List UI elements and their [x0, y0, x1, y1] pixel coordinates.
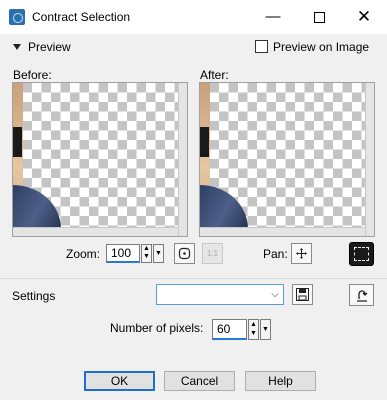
chevron-down-icon: ⌵ — [271, 289, 279, 300]
number-of-pixels-input[interactable]: 60 — [212, 319, 247, 340]
close-icon: ✕ — [356, 7, 372, 26]
after-label: After: — [200, 68, 229, 82]
collapse-arrow-icon — [13, 43, 21, 50]
help-button[interactable]: Help — [245, 371, 316, 391]
actual-size-button[interactable]: 1:1 — [202, 243, 223, 264]
horizontal-scrollbar[interactable] — [13, 227, 187, 236]
zoom-to-fit-button[interactable] — [174, 243, 195, 264]
save-preset-button[interactable] — [292, 284, 313, 305]
reset-icon — [356, 290, 367, 302]
horizontal-scrollbar[interactable] — [200, 227, 374, 236]
pan-label: Pan: — [263, 247, 288, 261]
image-content — [200, 127, 209, 157]
minimize-icon: — — [265, 8, 281, 25]
zoom-input[interactable]: 100 — [106, 244, 140, 263]
pan-button[interactable] — [291, 243, 312, 264]
vertical-scrollbar[interactable] — [178, 83, 187, 236]
before-preview[interactable] — [12, 82, 188, 237]
fit-icon — [178, 247, 191, 259]
zoom-spinner[interactable]: ▲ ▼ — [141, 244, 152, 263]
after-preview[interactable] — [199, 82, 375, 237]
reset-defaults-button[interactable] — [349, 284, 374, 306]
image-content — [200, 185, 248, 229]
number-of-pixels-spinner[interactable]: ▲ ▼ — [248, 319, 259, 340]
number-of-pixels-label: Number of pixels: — [110, 321, 204, 335]
zoom-label: Zoom: — [66, 247, 101, 261]
window-title: Contract Selection — [32, 10, 131, 24]
cancel-button[interactable]: Cancel — [164, 371, 235, 391]
vertical-scrollbar[interactable] — [365, 83, 374, 236]
minimize-button[interactable]: — — [250, 0, 296, 34]
maximize-icon — [313, 11, 325, 23]
preview-toggle[interactable]: Preview — [13, 39, 71, 54]
selection-marquee-icon — [354, 247, 369, 261]
image-content — [13, 185, 61, 229]
preview-label: Preview — [28, 39, 71, 54]
move-icon — [296, 247, 307, 259]
close-button[interactable]: ✕ — [341, 0, 387, 34]
maximize-button[interactable] — [296, 0, 342, 34]
checkbox-box[interactable] — [255, 40, 268, 54]
preview-on-image-checkbox[interactable]: Preview on Image — [255, 39, 369, 54]
proof-preview-button[interactable] — [349, 242, 374, 266]
settings-label: Settings — [12, 289, 56, 303]
before-label: Before: — [13, 68, 52, 82]
zoom-dropdown-button[interactable]: ▼ — [153, 244, 164, 263]
save-icon — [296, 287, 309, 301]
number-of-pixels-dropdown-button[interactable]: ▼ — [260, 319, 271, 340]
image-content — [13, 127, 22, 157]
settings-preset-dropdown[interactable]: ⌵ — [156, 284, 284, 305]
preview-on-image-label: Preview on Image — [273, 39, 370, 54]
ok-button[interactable]: OK — [84, 371, 155, 391]
app-icon — [9, 9, 25, 25]
separator — [0, 278, 387, 279]
